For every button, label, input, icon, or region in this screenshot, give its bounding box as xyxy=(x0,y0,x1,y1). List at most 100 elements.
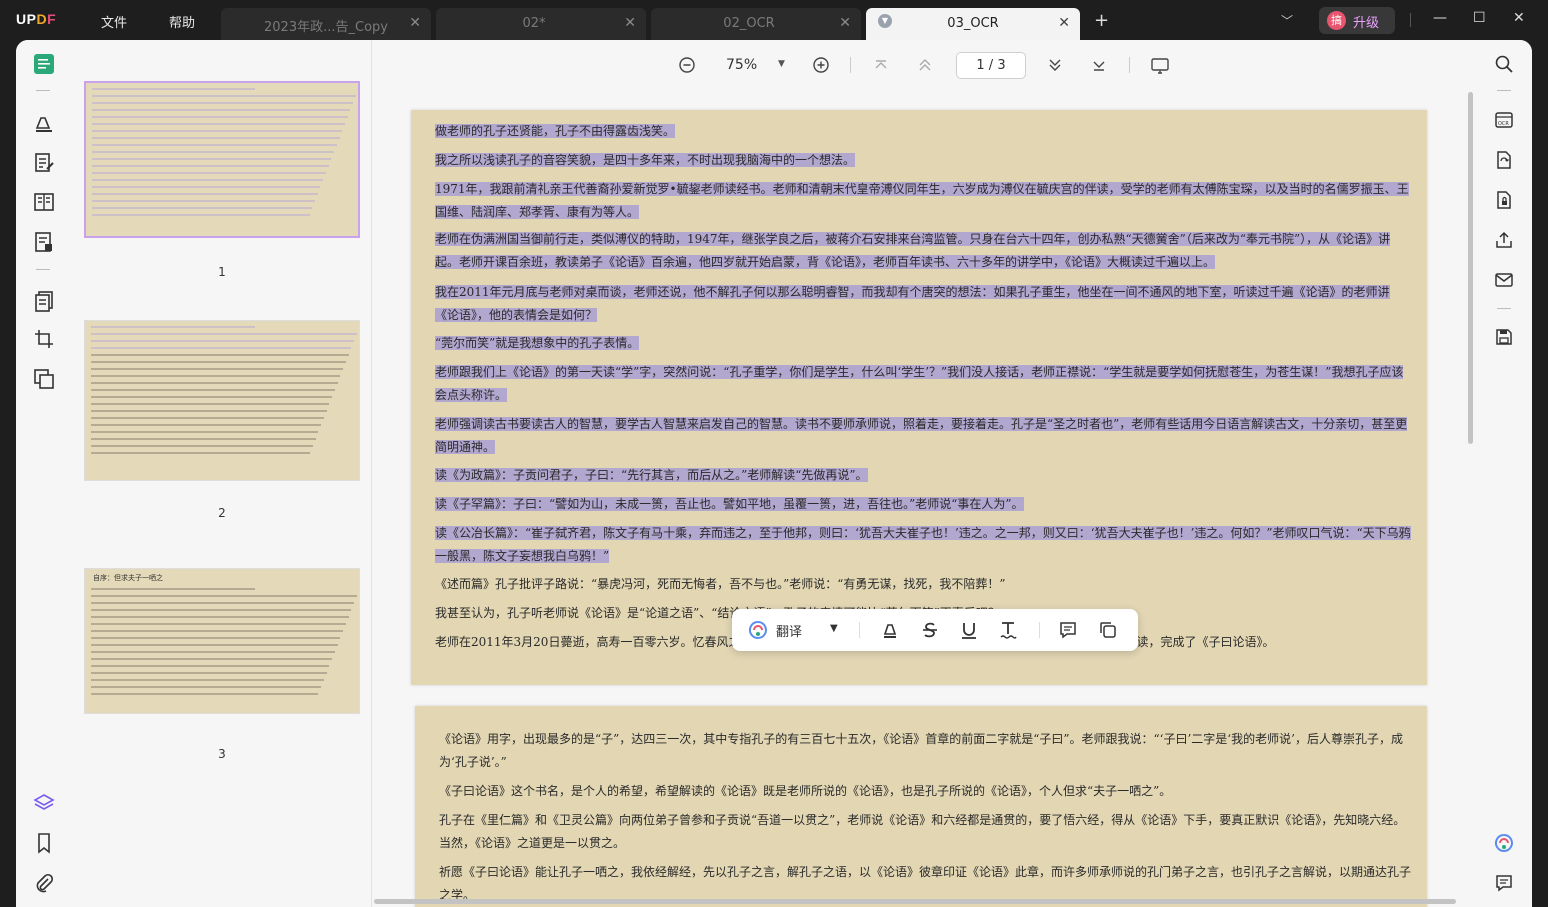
thumbnail-page-2[interactable] xyxy=(84,320,360,481)
underline-icon[interactable] xyxy=(959,620,979,640)
last-page-icon[interactable] xyxy=(1089,55,1109,75)
paragraph[interactable]: 读《为政篇》：子贡问君子，子曰：“先行其言，而后从之。”老师解读“先做再说”。 xyxy=(435,464,1411,487)
ocr-pages-icon[interactable] xyxy=(33,290,55,312)
paragraph[interactable]: 老师强调读古书要读古人的智慧，要学古人智慧来启发自己的智慧。读书不要师承师说，照… xyxy=(435,413,1411,458)
menu-help[interactable]: 帮助 xyxy=(169,12,195,31)
presentation-icon[interactable] xyxy=(1150,55,1170,75)
minimize-icon[interactable]: — xyxy=(1433,10,1447,26)
paragraph[interactable]: 1971年，我跟前清礼亲王代善裔孙爱新觉罗•毓鋆老师读经书。老师和清朝末代皇帝溥… xyxy=(435,178,1411,223)
form-icon[interactable] xyxy=(33,231,55,253)
paragraph[interactable]: 读《子罕篇》：子曰：“譬如为山，未成一篑，吾止也。譬如平地，虽覆一篑，进，吾往也… xyxy=(435,493,1411,516)
reader-mode-icon[interactable] xyxy=(33,53,55,75)
paragraph[interactable]: 《论语》用字，出现最多的是“子”，达四三一次，其中专指孔子的有三百七十五次，《论… xyxy=(439,728,1411,773)
thumbnail-line xyxy=(92,137,340,139)
thumbnail-line xyxy=(91,410,327,412)
copy-icon[interactable] xyxy=(1098,620,1118,640)
tab-02-ocr[interactable]: 02_OCR ✕ xyxy=(651,8,861,40)
translate-button[interactable]: 翻译 xyxy=(776,621,802,640)
paragraph[interactable]: “莞尔而笑”就是我想象中的孔子表情。 xyxy=(435,332,1411,355)
paragraph[interactable]: 老师跟我们上《论语》的第一天读“学”字，突然问说：“孔子重学，你们是学生，什么叫… xyxy=(435,361,1411,406)
paragraph[interactable]: 读《公冶长篇》：“崔子弑齐君，陈文子有马十乘，弃而违之，至于他邦，则曰：‘犹吾大… xyxy=(435,522,1411,567)
paragraph[interactable]: 我在2011年元月底与老师对桌而谈，老师还说，他不解孔子何以那么聪明睿智，而我却… xyxy=(435,281,1411,326)
horizontal-scrollbar[interactable] xyxy=(374,899,1456,904)
page-number-input[interactable]: 1 / 3 xyxy=(956,52,1026,79)
first-page-icon[interactable] xyxy=(871,55,891,75)
tab-menu-icon[interactable]: ▼ xyxy=(878,14,892,28)
zoom-dropdown-icon[interactable]: ▼ xyxy=(778,59,785,69)
paragraph[interactable]: 我之所以浅读孔子的音容笑貌，是四十多年来，不时出现我脑海中的一个想法。 xyxy=(435,149,1411,172)
divider xyxy=(36,269,50,270)
compare-icon[interactable] xyxy=(33,368,55,390)
paragraph-text: 老师在伪满洲国当御前行走，类似溥仪的特助，1947年，继张学良之后，被蒋介石安排… xyxy=(435,232,1391,269)
next-page-icon[interactable] xyxy=(1045,55,1065,75)
zoom-level[interactable]: 75% xyxy=(726,57,757,73)
paragraph[interactable]: 做老师的孔子还贤能，孔子不由得露齿浅笑。 xyxy=(435,120,1411,143)
divider xyxy=(859,622,860,638)
zoom-out-icon[interactable] xyxy=(677,55,697,75)
strikethrough-icon[interactable] xyxy=(920,620,940,640)
thumbnail-line xyxy=(91,693,319,695)
page-1: 做老师的孔子还贤能，孔子不由得露齿浅笑。 我之所以浅读孔子的音容笑貌，是四十多年来… xyxy=(411,110,1427,685)
thumbnail-line xyxy=(92,109,351,111)
chevron-down-icon[interactable]: ▼ xyxy=(830,623,838,634)
upgrade-label: 升级 xyxy=(1353,16,1380,31)
close-icon[interactable]: ✕ xyxy=(839,15,851,31)
edit-pdf-icon[interactable] xyxy=(33,152,55,174)
paragraph[interactable]: 《述而篇》孔子批评子路说：“暴虎冯河，死而无悔者，吾不与也。”老师说：“有勇无谋… xyxy=(435,573,1411,596)
close-icon[interactable]: ✕ xyxy=(624,15,636,31)
tab-2023-report-copy[interactable]: 2023年政...告_Copy ✕ xyxy=(221,8,431,40)
menu-file[interactable]: 文件 xyxy=(101,12,127,31)
thumbnail-line xyxy=(92,116,348,118)
thumbnail-line xyxy=(91,609,352,611)
tab-03-ocr[interactable]: ▼ 03_OCR ✕ xyxy=(866,8,1080,40)
organize-pages-icon[interactable] xyxy=(33,191,55,213)
translate-icon[interactable] xyxy=(748,620,768,640)
page-2: 《论语》用字，出现最多的是“子”，达四三一次，其中专指孔子的有三百七十五次，《论… xyxy=(415,706,1427,907)
vertical-scrollbar[interactable] xyxy=(1468,92,1473,444)
close-icon[interactable]: ✕ xyxy=(409,15,421,31)
protect-icon[interactable] xyxy=(1494,190,1514,210)
paragraph-text: 《子曰论语》这个书名，是个人的希望，希望解读的《论语》既是老师所说的《论语》，也… xyxy=(439,784,1172,798)
tab-02[interactable]: 02* ✕ xyxy=(436,8,646,40)
email-icon[interactable] xyxy=(1494,270,1514,290)
maximize-icon[interactable]: ☐ xyxy=(1473,10,1486,26)
squiggly-text-icon[interactable] xyxy=(998,620,1018,640)
document-viewport[interactable]: 做老师的孔子还贤能，孔子不由得露齿浅笑。 我之所以浅读孔子的音容笑貌，是四十多年来… xyxy=(373,90,1475,907)
close-icon[interactable]: ✕ xyxy=(1058,15,1070,31)
thumbnail-line xyxy=(92,123,345,125)
thumbnail-line xyxy=(91,347,352,349)
paragraph[interactable]: 老师在伪满洲国当御前行走，类似溥仪的特助，1947年，继张学良之后，被蒋介石安排… xyxy=(435,228,1411,273)
save-icon[interactable] xyxy=(1494,327,1514,347)
comment-icon[interactable] xyxy=(1058,620,1078,640)
comment-highlighter-icon[interactable] xyxy=(33,112,55,134)
ai-assistant-icon[interactable] xyxy=(1494,833,1514,853)
thumbnail-number: 1 xyxy=(218,265,226,279)
crop-icon[interactable] xyxy=(33,328,55,350)
thumbnail-line xyxy=(91,602,355,604)
thumbnail-page-3[interactable]: 自序：但求夫子一哂之 xyxy=(84,568,360,714)
ocr-icon[interactable]: OCR xyxy=(1494,110,1514,130)
highlight-icon[interactable] xyxy=(880,620,900,640)
thumbnail-line xyxy=(91,396,333,398)
layers-icon[interactable] xyxy=(33,792,55,814)
thumbnail-line xyxy=(91,445,313,447)
paragraph-text: 《论语》用字，出现最多的是“子”，达四三一次，其中专指孔子的有三百七十五次，《论… xyxy=(439,732,1403,769)
new-tab-button[interactable]: + xyxy=(1094,12,1109,30)
share-icon[interactable] xyxy=(1494,230,1514,250)
divider xyxy=(850,57,851,73)
bookmark-icon[interactable] xyxy=(33,832,55,854)
paragraph-text: 祈愿《子曰论语》能让孔子一哂之，我依经解经，先以孔子之言，解孔子之语，以《论语》… xyxy=(439,865,1412,902)
chevron-down-icon[interactable]: ﹀ xyxy=(1281,12,1293,29)
comments-panel-icon[interactable] xyxy=(1494,873,1514,893)
upgrade-button[interactable]: 搞 升级 xyxy=(1319,7,1395,34)
zoom-in-icon[interactable] xyxy=(811,55,831,75)
previous-page-icon[interactable] xyxy=(915,55,935,75)
paragraph[interactable]: 《子曰论语》这个书名，是个人的希望，希望解读的《论语》既是老师所说的《论语》，也… xyxy=(439,780,1411,803)
paragraph[interactable]: 孔子在《里仁篇》和《卫灵公篇》向两位弟子曾参和子贡说“吾道一以贯之”，老师说《论… xyxy=(439,809,1411,854)
search-icon[interactable] xyxy=(1494,54,1514,74)
convert-icon[interactable] xyxy=(1494,150,1514,170)
thumbnail-page-1[interactable] xyxy=(84,81,360,238)
selection-toolbar: 翻译 ▼ xyxy=(732,609,1138,651)
close-window-icon[interactable]: ✕ xyxy=(1513,10,1525,26)
attachment-icon[interactable] xyxy=(33,872,55,894)
